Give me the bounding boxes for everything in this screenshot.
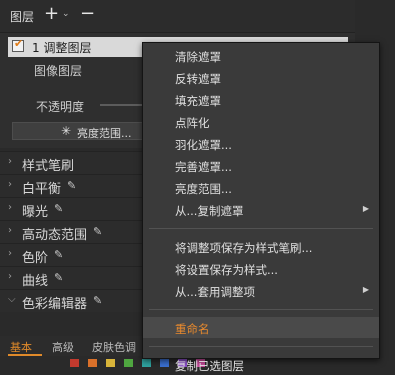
menu-item-label: 羽化遮罩... [175, 138, 232, 152]
tool-label: 曲线 [22, 274, 49, 289]
color-swatch[interactable] [124, 359, 133, 367]
chevron-right-icon[interactable]: › [8, 202, 12, 213]
menu-item-label: 清除遮罩 [175, 50, 221, 64]
menu-item[interactable]: 填充遮罩 [143, 89, 379, 110]
chevron-right-icon[interactable]: › [8, 248, 12, 259]
menu-item[interactable]: 从...套用调整项 ▶ [143, 280, 379, 301]
menu-item[interactable]: 将调整项保存为样式笔刷... [143, 236, 379, 257]
brush-icon[interactable]: ✎ [93, 225, 102, 238]
menu-item-label: 反转遮罩 [175, 72, 221, 86]
menu-item[interactable]: 完善遮罩... [143, 155, 379, 176]
menu-item-label: 填充遮罩 [175, 94, 221, 108]
layers-title: 图层 [10, 10, 35, 24]
chevron-right-icon[interactable]: › [8, 179, 12, 190]
menu-item[interactable]: 羽化遮罩... [143, 133, 379, 154]
tab-advanced[interactable]: 高级 [52, 339, 74, 355]
chevron-down-icon[interactable]: ⌵ [8, 294, 16, 305]
submenu-arrow-icon: ▶ [362, 204, 369, 213]
opacity-label: 不透明度 [36, 100, 85, 114]
color-swatch[interactable] [106, 359, 115, 367]
checkmark-icon: ✔ [14, 37, 24, 50]
tab-basic[interactable]: 基本 [10, 339, 32, 355]
tool-label: 色阶 [22, 251, 49, 266]
tool-label: 样式笔刷 [22, 159, 75, 174]
sun-icon: ✳ [61, 124, 72, 138]
menu-item-label: 重命名 [175, 322, 210, 336]
menu-item[interactable]: 复制已选图层 [143, 354, 379, 375]
color-swatch[interactable] [70, 359, 79, 367]
menu-item[interactable]: 反转遮罩 [143, 67, 379, 88]
menu-item-label: 将设置保存为样式... [175, 263, 278, 277]
range-button-label: 亮度范围... [77, 127, 132, 140]
menu-item[interactable]: 重命名 [143, 317, 379, 338]
menu-item[interactable]: 亮度范围... [143, 177, 379, 198]
menu-item-label: 点阵化 [175, 116, 210, 130]
layer-name: 1 调整图层 [32, 41, 92, 55]
tool-label: 白平衡 [22, 182, 62, 197]
remove-layer-icon[interactable]: − [80, 4, 95, 24]
tool-label: 高动态范围 [22, 228, 88, 243]
menu-item-label: 亮度范围... [175, 182, 232, 196]
menu-item-label: 完善遮罩... [175, 160, 232, 174]
tab-skin-tone[interactable]: 皮肤色调 [92, 339, 136, 355]
menu-item[interactable]: 将设置保存为样式... [143, 258, 379, 279]
menu-item[interactable]: 从...复制遮罩 ▶ [143, 199, 379, 220]
layers-header: 图层 + ⌄ − [0, 0, 355, 33]
tool-label: 曝光 [22, 205, 49, 220]
chevron-right-icon[interactable]: › [8, 156, 12, 167]
tool-label: 色彩编辑器 [22, 297, 88, 312]
submenu-arrow-icon: ▶ [362, 285, 369, 294]
luminance-range-button[interactable]: ✳ 亮度范围... [12, 122, 147, 140]
color-swatch[interactable] [88, 359, 97, 367]
context-menu: 清除遮罩反转遮罩填充遮罩点阵化羽化遮罩... 完善遮罩... 亮度范围... 从...… [142, 42, 380, 373]
menu-separator [149, 346, 373, 347]
brush-icon[interactable]: ✎ [54, 271, 63, 284]
menu-separator [149, 309, 373, 310]
brush-icon[interactable]: ✎ [54, 248, 63, 261]
menu-item[interactable]: 点阵化 [143, 111, 379, 132]
brush-icon[interactable]: ✎ [93, 294, 102, 307]
menu-separator [149, 228, 373, 229]
layer-row-image[interactable]: 图像图层 [34, 62, 82, 79]
menu-item-label: 从...套用调整项 [175, 285, 255, 299]
menu-item-label: 将调整项保存为样式笔刷... [175, 241, 313, 255]
menu-item-label: 从...复制遮罩 [175, 204, 244, 218]
menu-item[interactable]: 清除遮罩 [143, 45, 379, 66]
opacity-slider[interactable] [100, 104, 148, 106]
menu-item-label: 复制已选图层 [175, 359, 244, 373]
brush-icon[interactable]: ✎ [67, 179, 76, 192]
chevron-right-icon[interactable]: › [8, 271, 12, 282]
brush-icon[interactable]: ✎ [54, 202, 63, 215]
chevron-down-icon[interactable]: ⌄ [62, 9, 70, 19]
chevron-right-icon[interactable]: › [8, 225, 12, 236]
add-layer-icon[interactable]: + [44, 4, 59, 24]
active-tab-indicator [8, 354, 42, 356]
